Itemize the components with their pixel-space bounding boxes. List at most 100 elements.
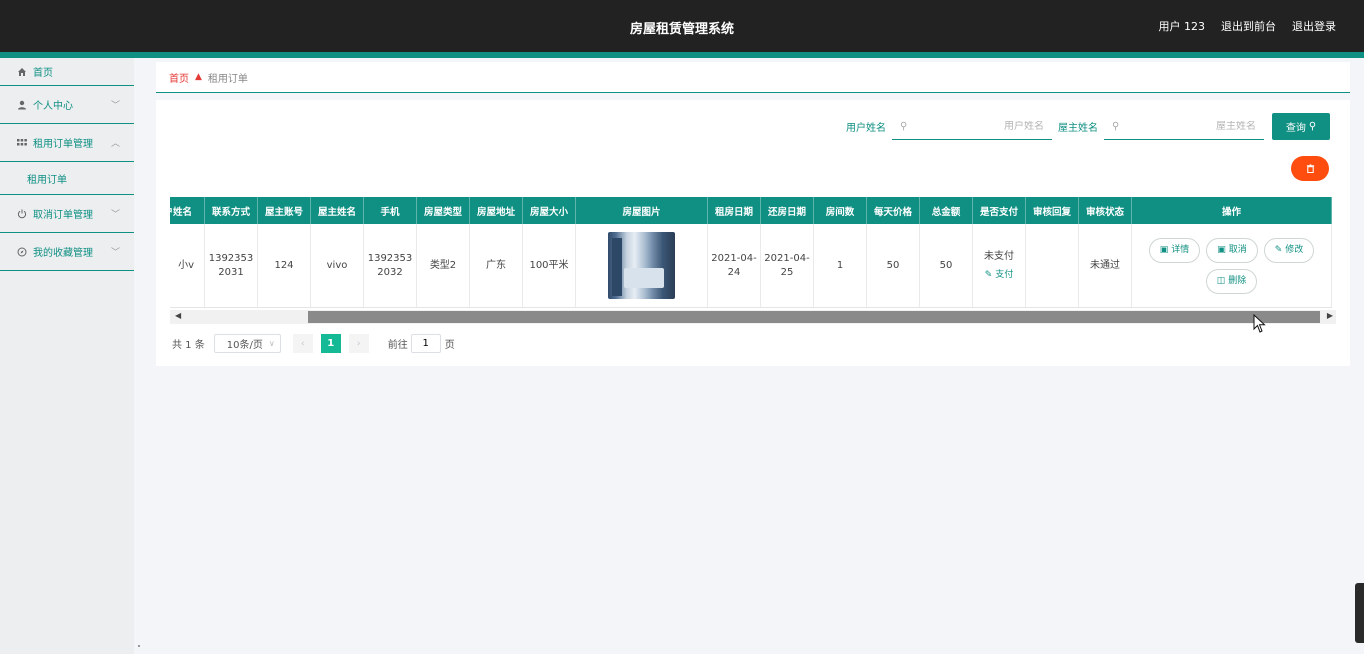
cell-phone: 13923532032 — [364, 224, 417, 307]
house-image[interactable] — [608, 232, 675, 299]
col-header: 屋主账号 — [258, 197, 311, 224]
pagination-total: 共 1 条 — [172, 340, 205, 351]
breadcrumb-home[interactable]: 首页 — [169, 70, 189, 85]
col-header: 审核状态 — [1079, 197, 1132, 224]
scroll-left-icon[interactable]: ◀ — [175, 311, 181, 320]
grid-icon — [16, 137, 28, 149]
cell-daily-price: 50 — [867, 224, 920, 307]
top-links: 用户 123 退出到前台 退出登录 — [1159, 18, 1337, 34]
cell-size: 100平米 — [523, 224, 576, 307]
table-header: 用户姓名 联系方式 屋主账号 屋主姓名 手机 房屋类型 房屋地址 房屋大小 房屋… — [170, 197, 1332, 224]
user-icon — [16, 99, 28, 111]
col-header: 每天价格 — [867, 197, 920, 224]
cell-rooms: 1 — [814, 224, 867, 307]
owner-name-field[interactable]: ⚲ — [1104, 114, 1264, 140]
sidebar-item-favorites[interactable]: 我的收藏管理 ﹀ — [0, 233, 134, 271]
col-header: 总金额 — [920, 197, 973, 224]
sidebar-subitem-rental-order[interactable]: 租用订单 — [0, 162, 134, 195]
edit-icon: ✎ — [1274, 245, 1283, 255]
owner-name-input[interactable] — [1119, 120, 1256, 132]
exit-to-front-link[interactable]: 退出到前台 — [1221, 18, 1276, 34]
table-row: 小v 13923532031 124 vivo 13923532032 类型2 … — [170, 224, 1332, 308]
orders-table: 用户姓名 联系方式 屋主账号 屋主姓名 手机 房屋类型 房屋地址 房屋大小 房屋… — [170, 197, 1332, 308]
cell-user-name: 小v — [170, 224, 205, 307]
user-name-field[interactable]: ⚲ — [892, 114, 1052, 140]
search-icon: ⚲ — [1112, 120, 1120, 132]
chevron-down-icon: ∨ — [268, 339, 275, 348]
power-icon — [16, 208, 28, 220]
col-header: 屋主姓名 — [311, 197, 364, 224]
sidebar-item-rental-orders[interactable]: 租用订单管理 ︿ — [0, 124, 134, 162]
main-panel: 用户姓名 ⚲ 屋主姓名 ⚲ 查询 ⚲ 用户姓名 联系方式 屋主账号 屋主姓名 手… — [156, 100, 1350, 366]
chevron-down-icon: ﹀ — [110, 101, 120, 111]
sidebar-item-label: 首页 — [33, 68, 53, 79]
user-label[interactable]: 用户 123 — [1159, 18, 1206, 34]
document-icon: ▣ — [1159, 245, 1169, 255]
cell-rent-date: 2021-04-24 — [708, 224, 761, 307]
goto-page-input[interactable] — [410, 334, 441, 353]
divider — [138, 645, 140, 647]
user-name-label: 用户姓名 — [846, 123, 886, 134]
search-bar: 用户姓名 ⚲ 屋主姓名 ⚲ 查询 ⚲ — [846, 113, 1330, 140]
sidebar-item-cancel-orders[interactable]: 取消订单管理 ﹀ — [0, 195, 134, 233]
cell-reply — [1026, 224, 1079, 307]
cell-owner-name: vivo — [311, 224, 364, 307]
col-header: 房屋图片 — [576, 197, 708, 224]
cell-actions: ▣ 详情 ▣ 取消 ✎ 修改 ◫ 删除 — [1132, 224, 1332, 307]
detail-button-label: 详情 — [1171, 245, 1190, 255]
breadcrumb-current: 租用订单 — [207, 73, 248, 85]
col-header: 操作 — [1132, 197, 1332, 224]
logout-link[interactable]: 退出登录 — [1292, 18, 1336, 34]
page-size-select[interactable]: 10条/页 ∨ — [213, 334, 281, 353]
chevron-down-icon: ﹀ — [110, 248, 120, 258]
query-button-label: 查询 — [1285, 123, 1306, 134]
next-page-button[interactable]: › — [348, 334, 369, 353]
col-header: 房屋大小 — [523, 197, 576, 224]
document-icon: ▣ — [1217, 245, 1226, 255]
cell-house-image — [576, 224, 708, 307]
col-header: 房屋地址 — [470, 197, 523, 224]
sidebar-item-label: 租用订单管理 — [33, 139, 93, 150]
top-header: 房屋租赁管理系统 用户 123 退出到前台 退出登录 — [0, 0, 1364, 52]
cell-return-date: 2021-04-25 — [761, 224, 814, 307]
edit-button-label: 修改 — [1285, 245, 1304, 255]
cell-address: 广东 — [470, 224, 523, 307]
horizontal-scrollbar[interactable]: ◀ ▶ — [170, 310, 1336, 324]
delete-button[interactable]: ◫ 删除 — [1205, 268, 1258, 294]
sidebar-item-personal[interactable]: 个人中心 ﹀ — [0, 86, 134, 124]
goto-label: 前往 — [387, 340, 408, 351]
cancel-button-label: 取消 — [1228, 245, 1247, 255]
batch-delete-button[interactable] — [1291, 156, 1329, 181]
table-container[interactable]: 用户姓名 联系方式 屋主账号 屋主姓名 手机 房屋类型 房屋地址 房屋大小 房屋… — [170, 197, 1336, 325]
pay-link-label: 支付 — [995, 269, 1014, 280]
pay-link[interactable]: ✎ 支付 — [985, 268, 1013, 282]
scroll-right-icon[interactable]: ▶ — [1327, 311, 1333, 320]
cancel-order-button[interactable]: ▣ 取消 — [1206, 237, 1258, 263]
col-header: 房屋类型 — [417, 197, 470, 224]
edit-button[interactable]: ✎ 修改 — [1263, 237, 1315, 263]
user-name-input[interactable] — [907, 120, 1044, 132]
breadcrumb: 首页 ▲ 租用订单 — [156, 62, 1350, 93]
query-button[interactable]: 查询 ⚲ — [1272, 113, 1330, 140]
col-header: 审核回复 — [1026, 197, 1079, 224]
action-buttons: ▣ 详情 ▣ 取消 ✎ 修改 ◫ 删除 — [1137, 237, 1327, 294]
cell-owner-account: 124 — [258, 224, 311, 307]
breadcrumb-separator-icon: ▲ — [195, 72, 202, 82]
chevron-down-icon: ﹀ — [110, 210, 120, 220]
detail-button[interactable]: ▣ 详情 — [1148, 237, 1201, 263]
sidebar-item-label: 我的收藏管理 — [33, 248, 93, 259]
trash-icon: ◫ — [1216, 276, 1226, 286]
floating-side-widget[interactable] — [1355, 583, 1364, 643]
home-icon — [16, 66, 28, 78]
sidebar-item-home[interactable]: 首页 — [0, 58, 134, 86]
page-size-value: 10条/页 — [226, 340, 263, 351]
page-number-active[interactable]: 1 — [320, 334, 341, 353]
compass-icon — [16, 246, 28, 258]
pagination: 共 1 条 10条/页 ∨ ‹ 1 › 前往 页 — [172, 334, 455, 353]
col-header: 还房日期 — [761, 197, 814, 224]
col-header: 是否支付 — [973, 197, 1026, 224]
scrollbar-thumb[interactable] — [308, 311, 1320, 323]
prev-page-button[interactable]: ‹ — [292, 334, 313, 353]
col-header: 用户姓名 — [170, 197, 205, 224]
cell-total: 50 — [920, 224, 973, 307]
